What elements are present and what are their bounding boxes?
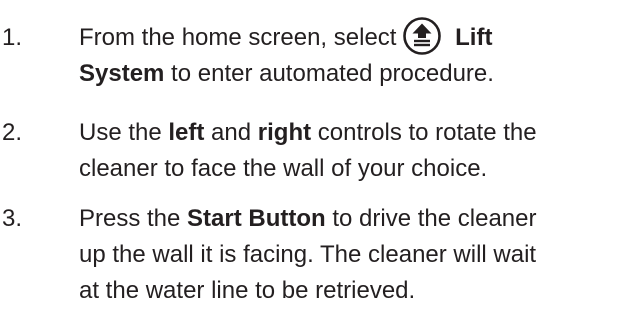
step-text-segment: to drive the cleaner: [325, 205, 537, 232]
step-line: From the home screen, select Lift: [79, 16, 644, 56]
step-text: From the home screen, select Lift System…: [79, 16, 644, 92]
step-line: cleaner to face the wall of your choice.: [79, 155, 488, 182]
step-text-segment: Press the: [79, 205, 188, 232]
step-text: Press the Start Button to drive the clea…: [79, 201, 644, 309]
step-line: Press the Start Button to drive the clea…: [79, 201, 644, 237]
step-text-segment: From the home screen, select: [79, 24, 397, 51]
step-line: at the water line to be retrieved.: [79, 277, 416, 304]
step-line: Use the left and right controls to rotat…: [79, 115, 644, 151]
step-text-segment: Use the: [79, 119, 169, 146]
step-bold-text: Start Button: [187, 205, 326, 232]
step-bold-text: left: [168, 119, 205, 146]
step-number: 3.: [2, 205, 23, 232]
step-bold-text: System: [79, 60, 165, 87]
step-number: 1.: [2, 24, 23, 51]
step-text: Use the left and right controls to rotat…: [79, 115, 644, 187]
step-line: System to enter automated procedure.: [79, 56, 644, 92]
step-text-segment: and: [204, 119, 258, 146]
lift-system-icon: [402, 16, 442, 56]
step-text-segment: to enter automated procedure.: [164, 60, 494, 87]
step-text-segment: controls to rotate the: [311, 119, 537, 146]
step-number: 2.: [2, 119, 23, 146]
step-bold-text: right: [257, 119, 312, 146]
step-bold-text: Lift: [455, 24, 493, 51]
step-line: up the wall it is facing. The cleaner wi…: [79, 241, 537, 268]
